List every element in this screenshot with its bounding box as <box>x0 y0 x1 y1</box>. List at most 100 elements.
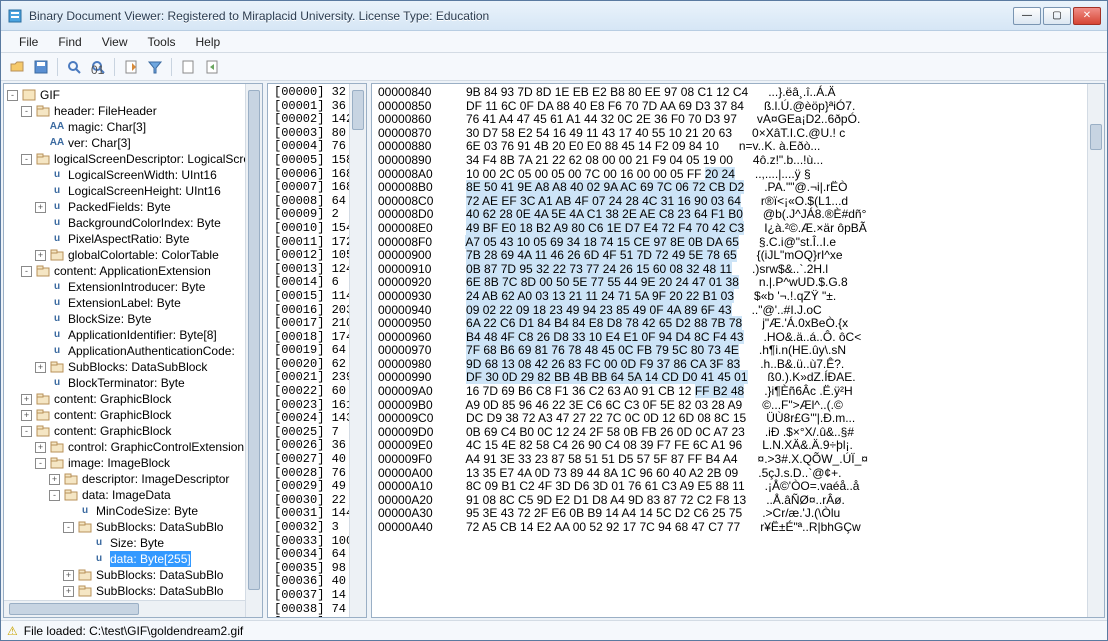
tree-node[interactable]: -data: ImageData <box>7 487 262 503</box>
hex-row[interactable]: 00000880 6E 03 76 91 4B 20 E0 E0 88 45 1… <box>378 140 1084 154</box>
tree-toggle-icon[interactable]: + <box>35 202 46 213</box>
hex-row[interactable]: 00000A30 95 3E 43 72 2F E6 0B B9 14 A4 1… <box>378 507 1084 521</box>
hex-row[interactable]: 000009B0 A9 0D 85 96 46 22 3E C6 6C C3 0… <box>378 399 1084 413</box>
hex-pane[interactable]: 00000840 9B 84 93 7D 8D 1E EB E2 B8 80 E… <box>371 83 1105 618</box>
menu-find[interactable]: Find <box>48 33 91 51</box>
hex-row[interactable]: 000009E0 4C 15 4E 82 58 C4 26 90 C4 08 3… <box>378 439 1084 453</box>
hex-row[interactable]: 00000970 7F 68 B6 69 81 76 78 48 45 0C F… <box>378 344 1084 358</box>
menu-view[interactable]: View <box>92 33 138 51</box>
hex-row[interactable]: 00000890 34 F4 8B 7A 21 22 62 08 00 00 2… <box>378 154 1084 168</box>
hex-row[interactable]: 00000990 DF 30 0D 29 82 BB 4B BB 64 5A 1… <box>378 371 1084 385</box>
tree-scrollbar-v[interactable] <box>245 84 262 617</box>
tree-node[interactable]: uPixelAspectRatio: Byte <box>7 231 262 247</box>
page-icon[interactable] <box>178 57 198 77</box>
tree-node[interactable]: uBlockSize: Byte <box>7 311 262 327</box>
funnel-icon[interactable] <box>145 57 165 77</box>
tree-node[interactable]: uBlockTerminator: Byte <box>7 375 262 391</box>
menu-file[interactable]: File <box>9 33 48 51</box>
tree-toggle-icon[interactable]: - <box>35 458 46 469</box>
hex-row[interactable]: 000008B0 8E 50 41 9E A8 A8 40 02 9A AC 6… <box>378 181 1084 195</box>
tree-toggle-icon[interactable]: + <box>21 410 32 421</box>
tree-node[interactable]: uExtensionIntroducer: Byte <box>7 279 262 295</box>
hex-row[interactable]: 000008F0 A7 05 43 10 05 69 34 18 74 15 C… <box>378 236 1084 250</box>
hex-row[interactable]: 000008A0 10 00 2C 05 00 05 00 7C 00 16 0… <box>378 168 1084 182</box>
close-button[interactable]: ✕ <box>1073 7 1101 25</box>
tree-toggle-icon[interactable]: + <box>49 474 60 485</box>
tree-toggle-icon[interactable]: - <box>49 490 60 501</box>
tree-node[interactable]: uApplicationAuthenticationCode: <box>7 343 262 359</box>
tree-node[interactable]: uApplicationIdentifier: Byte[8] <box>7 327 262 343</box>
tree-scrollbar-h[interactable] <box>4 600 245 617</box>
open-icon[interactable] <box>7 57 27 77</box>
hex-row[interactable]: 00000860 76 41 A4 47 45 61 A1 44 32 0C 2… <box>378 113 1084 127</box>
hex-row[interactable]: 000008E0 49 BF E0 18 B2 A9 80 C6 1E D7 E… <box>378 222 1084 236</box>
hex-row[interactable]: 000008C0 72 AE EF 3C A1 AB 4F 07 24 28 4… <box>378 195 1084 209</box>
tree-node[interactable]: uSize: Byte <box>7 535 262 551</box>
hex-row[interactable]: 00000940 09 02 22 09 18 23 49 94 23 85 4… <box>378 304 1084 318</box>
maximize-button[interactable]: ▢ <box>1043 7 1071 25</box>
find-hex-icon[interactable]: 01 <box>88 57 108 77</box>
tree-node[interactable]: -image: ImageBlock <box>7 455 262 471</box>
hex-row[interactable]: 00000A00 13 35 E7 4A 0D 73 89 44 8A 1C 9… <box>378 467 1084 481</box>
tree-node[interactable]: +SubBlocks: DataSubBlock <box>7 359 262 375</box>
tree-toggle-icon[interactable]: - <box>63 522 74 533</box>
find-icon[interactable] <box>64 57 84 77</box>
tree-node[interactable]: +control: GraphicControlExtension <box>7 439 262 455</box>
hex-scrollbar-v[interactable] <box>1087 84 1104 617</box>
tree-node[interactable]: +globalColortable: ColorTable <box>7 247 262 263</box>
hex-row[interactable]: 00000980 9D 68 13 08 42 26 83 FC 00 0D F… <box>378 358 1084 372</box>
tree-node[interactable]: +SubBlocks: DataSubBlo <box>7 583 262 599</box>
hex-row[interactable]: 00000A10 8C 09 B1 C2 4F 3D D6 3D 01 76 6… <box>378 480 1084 494</box>
tree-node[interactable]: +descriptor: ImageDescriptor <box>7 471 262 487</box>
tree-node[interactable]: -content: GraphicBlock <box>7 423 262 439</box>
tree-node[interactable]: AAmagic: Char[3] <box>7 119 262 135</box>
tree-toggle-icon[interactable]: - <box>21 154 32 165</box>
tree-toggle-icon[interactable]: + <box>35 250 46 261</box>
tree-node[interactable]: -GIF <box>7 87 262 103</box>
tree-node[interactable]: AAver: Char[3] <box>7 135 262 151</box>
tree-toggle-icon[interactable]: + <box>63 570 74 581</box>
hex-row[interactable]: 00000950 6A 22 C6 D1 84 B4 84 E8 D8 78 4… <box>378 317 1084 331</box>
tree-toggle-icon[interactable]: - <box>21 106 32 117</box>
hex-row[interactable]: 000009A0 16 7D 69 B6 C8 F1 36 C2 63 A0 9… <box>378 385 1084 399</box>
tree-toggle-icon[interactable]: + <box>35 442 46 453</box>
nav-icon[interactable] <box>202 57 222 77</box>
tree-node[interactable]: +uPackedFields: Byte <box>7 199 262 215</box>
edit-icon[interactable] <box>121 57 141 77</box>
menu-help[interactable]: Help <box>186 33 231 51</box>
hex-row[interactable]: 000008D0 40 62 28 0E 4A 5E 4A C1 38 2E A… <box>378 208 1084 222</box>
tree-toggle-icon[interactable]: - <box>21 266 32 277</box>
hex-row[interactable]: 00000A40 72 A5 CB 14 E2 AA 00 52 92 17 7… <box>378 521 1084 535</box>
tree-node[interactable]: -logicalScreenDescriptor: LogicalScre <box>7 151 262 167</box>
hex-row[interactable]: 00000910 0B 87 7D 95 32 22 73 77 24 26 1… <box>378 263 1084 277</box>
hex-row[interactable]: 00000930 24 AB 62 A0 03 13 21 11 24 71 5… <box>378 290 1084 304</box>
tree-node[interactable]: -header: FileHeader <box>7 103 262 119</box>
offsets-pane[interactable]: [00000] 32 [00001] 36 [00002] 142 [00003… <box>267 83 367 618</box>
tree-toggle-icon[interactable]: - <box>21 426 32 437</box>
hex-row[interactable]: 00000900 7B 28 69 4A 11 46 26 6D 4F 51 7… <box>378 249 1084 263</box>
hex-row[interactable]: 00000840 9B 84 93 7D 8D 1E EB E2 B8 80 E… <box>378 86 1084 100</box>
tree-node[interactable]: uMinCodeSize: Byte <box>7 503 262 519</box>
menu-tools[interactable]: Tools <box>137 33 185 51</box>
hex-row[interactable]: 00000870 30 D7 58 E2 54 16 49 11 43 17 4… <box>378 127 1084 141</box>
hex-row[interactable]: 000009F0 A4 91 3E 33 23 87 58 51 51 D5 5… <box>378 453 1084 467</box>
offsets-scrollbar-v[interactable] <box>349 84 366 617</box>
hex-row[interactable]: 00000A20 91 08 8C C5 9D E2 D1 D8 A4 9D 8… <box>378 494 1084 508</box>
hex-row[interactable]: 00000960 B4 48 4F C8 26 D8 33 10 E4 E1 0… <box>378 331 1084 345</box>
tree-node[interactable]: +content: GraphicBlock <box>7 391 262 407</box>
tree-node[interactable]: -content: ApplicationExtension <box>7 263 262 279</box>
tree-node[interactable]: uLogicalScreenWidth: UInt16 <box>7 167 262 183</box>
tree-toggle-icon[interactable]: + <box>21 394 32 405</box>
minimize-button[interactable]: — <box>1013 7 1041 25</box>
tree-node[interactable]: uExtensionLabel: Byte <box>7 295 262 311</box>
save-icon[interactable] <box>31 57 51 77</box>
tree-toggle-icon[interactable]: + <box>35 362 46 373</box>
tree-node[interactable]: +SubBlocks: DataSubBlo <box>7 567 262 583</box>
tree-node[interactable]: uLogicalScreenHeight: UInt16 <box>7 183 262 199</box>
tree-node[interactable]: +content: GraphicBlock <box>7 407 262 423</box>
tree-toggle-icon[interactable]: - <box>7 90 18 101</box>
hex-row[interactable]: 000009C0 DC D9 38 72 A3 47 27 22 7C 0C 0… <box>378 412 1084 426</box>
tree-pane[interactable]: -GIF-header: FileHeaderAAmagic: Char[3]A… <box>3 83 263 618</box>
hex-row[interactable]: 00000920 6E 8B 7C 8D 00 50 5E 77 55 44 9… <box>378 276 1084 290</box>
tree-node[interactable]: -SubBlocks: DataSubBlo <box>7 519 262 535</box>
